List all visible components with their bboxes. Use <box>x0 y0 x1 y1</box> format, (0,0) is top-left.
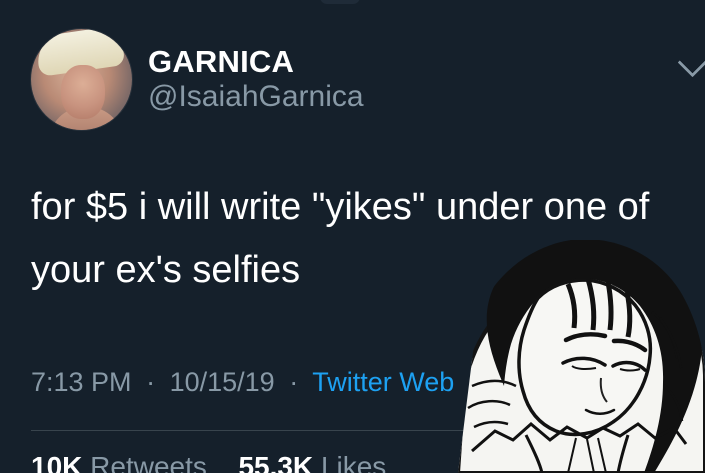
manga-face <box>517 278 653 437</box>
meta-separator: · <box>289 367 299 397</box>
username-handle[interactable]: @IsaiahGarnica <box>148 80 364 114</box>
chevron-down-icon[interactable] <box>677 47 705 78</box>
tweet-date: 10/15/19 <box>169 367 275 397</box>
likes-label[interactable]: Likes <box>321 451 386 473</box>
tweet-time: 7:13 PM <box>31 367 132 397</box>
tweet-source-link[interactable]: Twitter Web <box>312 367 454 397</box>
tweet-text: for $5 i will write "yikes" under one of… <box>31 186 650 291</box>
tweet-metadata: 7:13 PM · 10/15/19 · Twitter Web <box>31 367 454 398</box>
like-count[interactable]: 55.3K <box>238 451 313 473</box>
meta-separator: · <box>146 367 156 397</box>
top-cropped-element <box>320 0 360 4</box>
tweet-screenshot: GARNICA @IsaiahGarnica for $5 i will wri… <box>0 0 705 473</box>
retweets-label[interactable]: Retweets <box>90 451 207 473</box>
display-name[interactable]: GARNICA <box>148 44 294 80</box>
avatar[interactable] <box>31 29 132 130</box>
avatar-body <box>49 107 123 130</box>
tweet-stats: 10K Retweets 55.3K Likes <box>31 451 386 473</box>
retweet-count[interactable]: 10K <box>31 451 82 473</box>
divider <box>31 430 705 431</box>
